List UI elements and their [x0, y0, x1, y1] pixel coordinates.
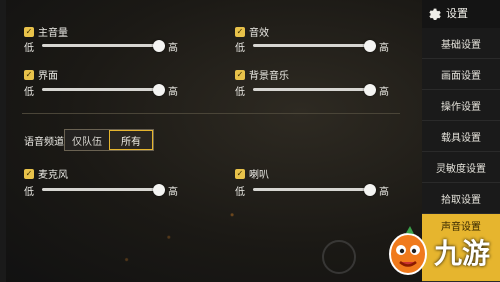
ui-volume-label: 界面: [38, 71, 58, 82]
check-icon: ✓: [25, 27, 33, 36]
sidebar-item-graphics[interactable]: 画面设置: [422, 59, 500, 90]
sidebar-item-sensitivity[interactable]: 灵敏度设置: [422, 152, 500, 183]
check-icon: ✓: [236, 169, 244, 178]
sfx-max-label: 高: [379, 43, 389, 54]
sfx-checkbox[interactable]: ✓: [235, 27, 245, 37]
watermark-text: 九游: [434, 237, 491, 270]
check-icon: ✓: [236, 70, 244, 79]
bgm-checkbox[interactable]: ✓: [235, 70, 245, 80]
master-volume-thumb[interactable]: [153, 40, 165, 52]
bgm-slider[interactable]: [253, 88, 371, 91]
voice-channel-option-all[interactable]: 所有: [109, 130, 153, 150]
mic-thumb[interactable]: [153, 184, 165, 196]
voice-channel-selector: 仅队伍 所有: [64, 129, 154, 151]
master-volume-checkbox[interactable]: ✓: [24, 27, 34, 37]
check-icon: ✓: [236, 27, 244, 36]
sidebar-item-pickup[interactable]: 拾取设置: [422, 183, 500, 214]
master-volume-label: 主音量: [38, 28, 68, 39]
mascot-logo-icon: [389, 226, 427, 275]
sfx-thumb[interactable]: [364, 40, 376, 52]
sidebar-header: 设置: [422, 0, 500, 26]
mic-min-label: 低: [24, 187, 34, 198]
sfx-slider[interactable]: [253, 44, 371, 47]
ui-volume-max-label: 高: [168, 87, 178, 98]
mic-max-label: 高: [168, 187, 178, 198]
mic-label: 麦克风: [38, 170, 68, 181]
bgm-label: 背景音乐: [249, 71, 289, 82]
speaker-min-label: 低: [235, 187, 245, 198]
bgm-min-label: 低: [235, 87, 245, 98]
speaker-slider[interactable]: [253, 188, 371, 191]
gear-icon: [429, 8, 441, 20]
check-icon: ✓: [25, 169, 33, 178]
game-emblem-icon: [322, 240, 356, 274]
master-volume-max-label: 高: [168, 43, 178, 54]
section-divider: [22, 113, 400, 114]
voice-channel-label: 语音频道: [24, 137, 64, 148]
check-icon: ✓: [25, 70, 33, 79]
ui-volume-checkbox[interactable]: ✓: [24, 70, 34, 80]
left-edge: [0, 0, 6, 282]
sidebar-item-controls[interactable]: 操作设置: [422, 90, 500, 121]
sidebar-item-vehicle[interactable]: 载具设置: [422, 121, 500, 152]
sfx-label: 音效: [249, 28, 269, 39]
jiuyou-watermark: 九游: [378, 214, 500, 282]
ui-volume-thumb[interactable]: [153, 84, 165, 96]
sidebar-item-basic[interactable]: 基础设置: [422, 28, 500, 59]
speaker-max-label: 高: [379, 187, 389, 198]
master-volume-min-label: 低: [24, 43, 34, 54]
mic-checkbox[interactable]: ✓: [24, 169, 34, 179]
ui-volume-slider[interactable]: [42, 88, 160, 91]
speaker-thumb[interactable]: [364, 184, 376, 196]
ember-background: [0, 170, 422, 282]
sidebar-title: 设置: [446, 7, 468, 20]
voice-channel-option-team[interactable]: 仅队伍: [65, 130, 109, 150]
mic-slider[interactable]: [42, 188, 160, 191]
speaker-checkbox[interactable]: ✓: [235, 169, 245, 179]
sfx-min-label: 低: [235, 43, 245, 54]
bgm-thumb[interactable]: [364, 84, 376, 96]
bgm-max-label: 高: [379, 87, 389, 98]
speaker-label: 喇叭: [249, 170, 269, 181]
settings-panel: ✓ 主音量 低 高 ✓ 音效 低 高 ✓ 界面 低 高 ✓ 背景音乐 低 高 语…: [0, 0, 422, 282]
ui-volume-min-label: 低: [24, 87, 34, 98]
master-volume-slider[interactable]: [42, 44, 160, 47]
